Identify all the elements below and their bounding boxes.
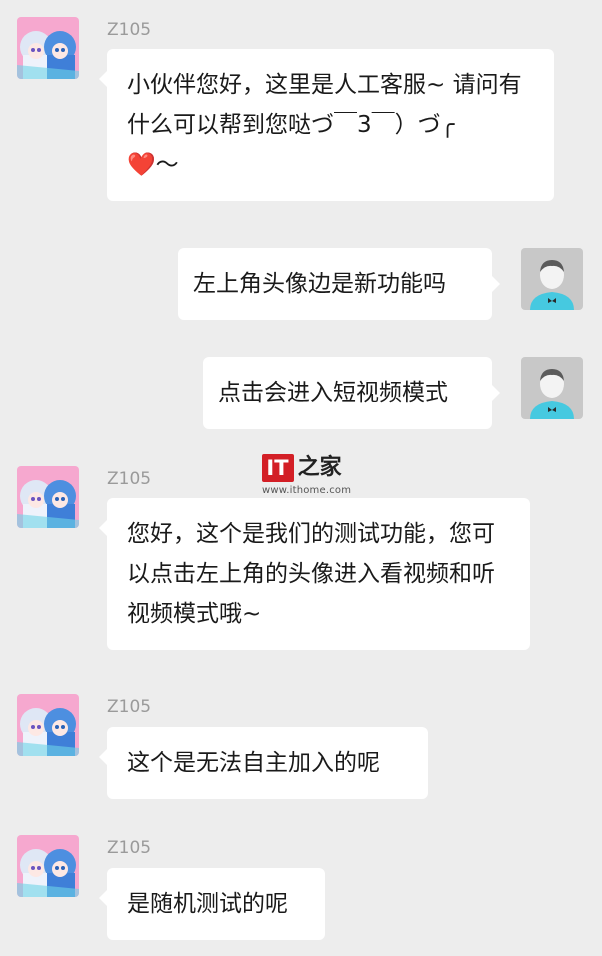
sender-name: Z105 — [107, 20, 152, 40]
message-bubble-incoming: 小伙伴您好，这里是人工客服~ 请问有什么可以帮到您哒づ￣3￣）づ╭ ❤️～ — [99, 49, 554, 201]
avatar-z105[interactable] — [17, 466, 79, 528]
default-user-avatar-icon — [521, 357, 583, 419]
sender-name: Z105 — [107, 697, 152, 717]
avatar-user[interactable] — [521, 248, 583, 310]
heart-icon: ❤️ — [127, 152, 156, 178]
anime-avatar-icon — [17, 17, 79, 79]
ithome-watermark: IT 之家 www.ithome.com — [262, 454, 352, 496]
avatar-z105[interactable] — [17, 694, 79, 756]
message-text: 您好，这个是我们的测试功能，您可以点击左上角的头像进入看视频和听视频模式哦~ — [127, 521, 495, 627]
message-bubble-incoming: 这个是无法自主加入的呢 — [99, 727, 428, 799]
message-text: 小伙伴您好，这里是人工客服~ 请问有什么可以帮到您哒づ￣3￣）づ╭ — [127, 72, 522, 138]
sender-name: Z105 — [107, 469, 152, 489]
message-bubble-outgoing: 点击会进入短视频模式 — [203, 357, 500, 429]
avatar-z105[interactable] — [17, 17, 79, 79]
anime-avatar-icon — [17, 694, 79, 756]
message-text: 左上角头像边是新功能吗 — [193, 271, 446, 297]
anime-avatar-icon — [17, 466, 79, 528]
ithome-logo-cn: 之家 — [297, 455, 342, 480]
message-text: 这个是无法自主加入的呢 — [127, 750, 380, 776]
tilde-text: ～ — [155, 152, 179, 178]
ithome-logo: IT — [262, 454, 294, 482]
watermark-url: www.ithome.com — [262, 485, 352, 496]
default-user-avatar-icon — [521, 248, 583, 310]
avatar-user[interactable] — [521, 357, 583, 419]
message-text: 是随机测试的呢 — [127, 891, 288, 917]
message-text: 点击会进入短视频模式 — [218, 380, 448, 406]
sender-name: Z105 — [107, 838, 152, 858]
message-bubble-incoming: 是随机测试的呢 — [99, 868, 325, 940]
avatar-z105[interactable] — [17, 835, 79, 897]
anime-avatar-icon — [17, 835, 79, 897]
message-bubble-incoming: 您好，这个是我们的测试功能，您可以点击左上角的头像进入看视频和听视频模式哦~ — [99, 498, 530, 650]
message-bubble-outgoing: 左上角头像边是新功能吗 — [178, 248, 500, 320]
